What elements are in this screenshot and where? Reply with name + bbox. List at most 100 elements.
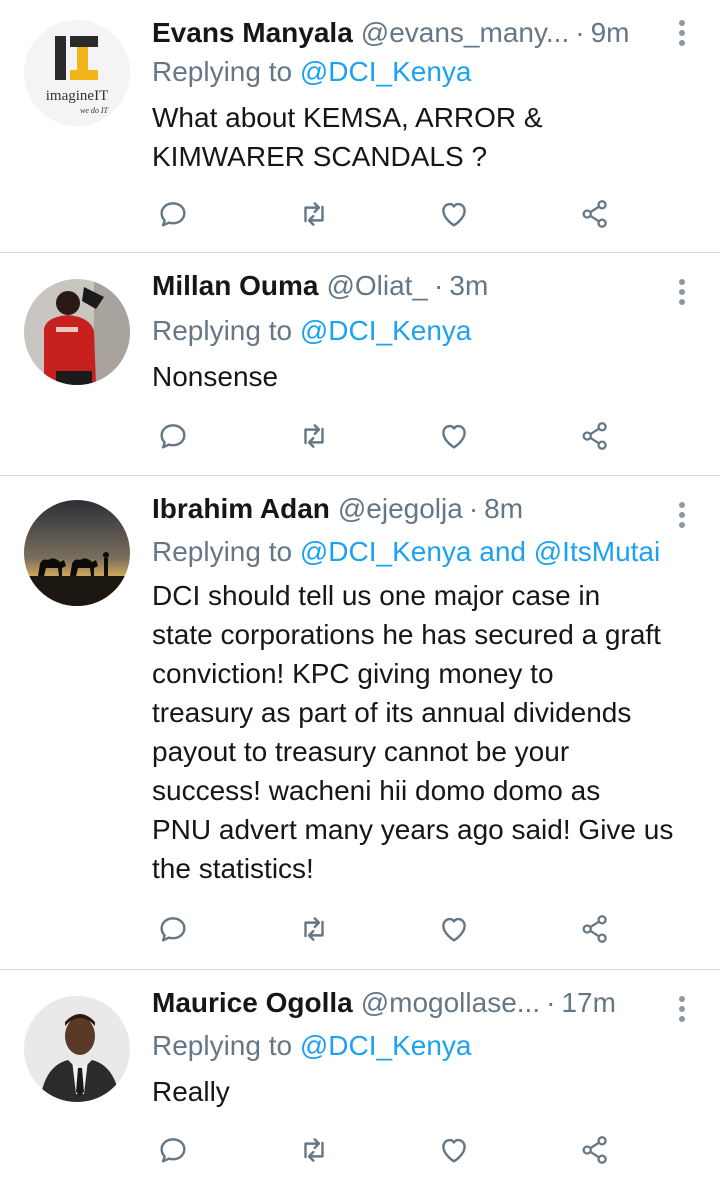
mention-link[interactable]: @DCI_Kenya and @ItsMutai [300, 536, 660, 567]
reply-icon [160, 1138, 186, 1163]
like-button[interactable] [437, 197, 471, 231]
retweet-icon [304, 1138, 324, 1162]
tweet-header: Ibrahim Adan @ejegolja · 8m [152, 490, 648, 528]
tweet-text: What about KEMSA, ARROR & KIMWARER SCAND… [152, 98, 700, 176]
mention-link[interactable]: @DCI_Kenya [300, 315, 472, 346]
reply-icon [160, 917, 186, 942]
heart-icon [442, 1138, 466, 1163]
imagineit-logo: imagineIT we do IT [24, 20, 130, 126]
timestamp[interactable]: 9m [591, 17, 630, 49]
like-button[interactable] [437, 912, 471, 946]
replying-to: Replying to @DCI_Kenya [152, 315, 471, 347]
retweet-icon [304, 202, 324, 226]
tweet-text: Really [152, 1072, 700, 1111]
more-vertical-icon[interactable] [676, 279, 688, 309]
tweet-text-line: treasury as part of its annual dividends [152, 697, 632, 728]
replying-prefix: Replying to [152, 536, 293, 567]
tweet-actions [152, 912, 622, 946]
replying-prefix: Replying to [152, 1030, 293, 1061]
heart-icon [442, 202, 466, 227]
more-vertical-icon[interactable] [676, 502, 688, 532]
share-icon [582, 915, 607, 943]
separator-dot: · [546, 987, 556, 1018]
display-name[interactable]: Evans Manyala [152, 17, 353, 49]
tweet-text-line: KIMWARER SCANDALS ? [152, 141, 488, 172]
profile-photo [24, 279, 130, 385]
heart-icon [442, 424, 466, 449]
separator-dot: · [434, 270, 444, 301]
username[interactable]: @mogollase... [361, 987, 540, 1019]
tweet-text-line: state corporations he has secured a graf… [152, 619, 661, 650]
avatar[interactable] [24, 279, 130, 385]
reply-button[interactable] [156, 1133, 190, 1167]
tweet-text-line: DCI should tell us one major case in [152, 580, 601, 611]
reply-button[interactable] [156, 912, 190, 946]
tweet-actions [152, 419, 622, 453]
reply-button[interactable] [156, 197, 190, 231]
tweet-text-line: Nonsense [152, 361, 279, 392]
more-vertical-icon[interactable] [676, 996, 688, 1026]
more-vertical-icon[interactable] [676, 20, 688, 50]
like-button[interactable] [437, 419, 471, 453]
timestamp[interactable]: 3m [449, 270, 488, 302]
profile-photo [24, 500, 130, 606]
retweet-icon [304, 424, 324, 448]
tweet-header: Evans Manyala @evans_many... · 9m [152, 14, 648, 52]
username[interactable]: @Oliat_ [326, 270, 428, 302]
avatar[interactable]: imagineIT we do IT [24, 20, 130, 126]
tweet-text: DCI should tell us one major case in sta… [152, 576, 700, 888]
reply-icon [160, 202, 186, 227]
share-button[interactable] [578, 912, 612, 946]
replying-to: Replying to @DCI_Kenya [152, 56, 471, 88]
retweet-button[interactable] [297, 1133, 331, 1167]
tweet[interactable]: Maurice Ogolla @mogollase... · 17m Reply… [0, 970, 720, 1192]
mention-link[interactable]: @DCI_Kenya [300, 1030, 472, 1061]
tweet-text-line: the statistics! [152, 853, 314, 884]
tweet-text-line: Really [152, 1076, 230, 1107]
timestamp[interactable]: 17m [561, 987, 615, 1019]
avatar[interactable] [24, 500, 130, 606]
profile-photo [24, 996, 130, 1102]
tweet-text-line: What about KEMSA, ARROR & [152, 102, 543, 133]
share-icon [582, 422, 607, 450]
tweet-text-line: PNU advert many years ago said! Give us [152, 814, 674, 845]
logo-tagline: we do IT [80, 106, 109, 115]
like-button[interactable] [437, 1133, 471, 1167]
username[interactable]: @evans_many... [361, 17, 569, 49]
display-name[interactable]: Ibrahim Adan [152, 493, 330, 525]
tweet[interactable]: Ibrahim Adan @ejegolja · 8m Replying to … [0, 476, 720, 970]
tweet-text-line: payout to treasury cannot be your [152, 736, 570, 767]
separator-dot: · [468, 493, 479, 524]
username[interactable]: @ejegolja [338, 493, 463, 525]
heart-icon [442, 917, 466, 942]
tweet-header: Maurice Ogolla @mogollase... · 17m [152, 984, 648, 1022]
tweet-text-line: conviction! KPC giving money to [152, 658, 554, 689]
mention-link[interactable]: @DCI_Kenya [300, 56, 472, 87]
logo-brand: imagineIT [46, 88, 108, 104]
replying-to: Replying to @DCI_Kenya and @ItsMutai [152, 536, 660, 568]
separator-dot: · [575, 17, 585, 48]
reply-button[interactable] [156, 419, 190, 453]
display-name[interactable]: Maurice Ogolla [152, 987, 353, 1019]
tweet-actions [152, 197, 622, 231]
share-button[interactable] [578, 419, 612, 453]
replying-prefix: Replying to [152, 56, 293, 87]
display-name[interactable]: Millan Ouma [152, 270, 318, 302]
reply-icon [160, 424, 186, 449]
retweet-button[interactable] [297, 197, 331, 231]
tweet-text: Nonsense [152, 357, 700, 396]
retweet-button[interactable] [297, 419, 331, 453]
replying-prefix: Replying to [152, 315, 293, 346]
share-button[interactable] [578, 197, 612, 231]
retweet-button[interactable] [297, 912, 331, 946]
avatar[interactable] [24, 996, 130, 1102]
replying-to: Replying to @DCI_Kenya [152, 1030, 471, 1062]
share-button[interactable] [578, 1133, 612, 1167]
tweet[interactable]: imagineIT we do IT Evans Manyala @evans_… [0, 0, 720, 253]
tweet-text-line: success! wacheni hii domo domo as [152, 775, 601, 806]
retweet-icon [304, 917, 324, 941]
timestamp[interactable]: 8m [484, 493, 523, 525]
tweet[interactable]: Millan Ouma @Oliat_ · 3m Replying to @DC… [0, 253, 720, 476]
tweet-header: Millan Ouma @Oliat_ · 3m [152, 267, 648, 305]
tweet-actions [152, 1133, 622, 1167]
